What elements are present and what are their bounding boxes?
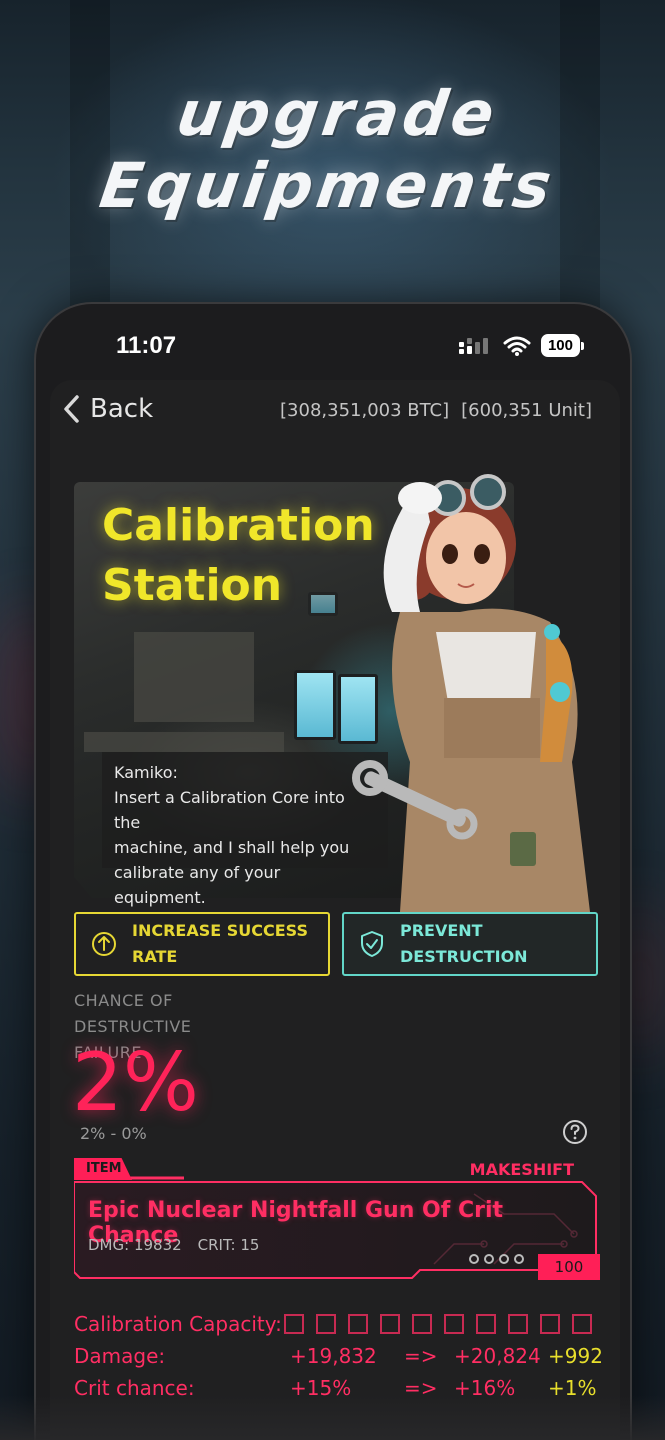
capacity-slot bbox=[380, 1314, 400, 1334]
status-time: 11:07 bbox=[116, 332, 177, 359]
btc-balance: [308,351,003 BTC] bbox=[280, 400, 450, 421]
npc-message-line: Insert a Calibration Core into the bbox=[114, 788, 345, 832]
top-nav: Back [308,351,003 BTC] [600,351 Unit] bbox=[50, 380, 620, 444]
wifi-icon bbox=[503, 336, 531, 356]
damage-label: Damage: bbox=[74, 1344, 166, 1368]
item-rarity: MAKESHIFT bbox=[469, 1160, 574, 1179]
destruction-chance-label-line-1: CHANCE OF DESTRUCTIVE bbox=[74, 991, 192, 1036]
npc-speaker: Kamiko: bbox=[114, 763, 178, 782]
arrow-up-circle-icon bbox=[92, 932, 116, 956]
prevent-destruction-button[interactable]: PREVENT DESTRUCTION bbox=[342, 912, 598, 976]
capacity-slots bbox=[284, 1314, 592, 1334]
damage-row: Damage: +19,832 => +20,824 +992 bbox=[74, 1344, 603, 1374]
increase-success-label: INCREASE SUCCESS RATE bbox=[132, 918, 308, 970]
equipment-item-card[interactable]: ITEM MAKESHIFT Epic Nuclear Nightfall Gu… bbox=[74, 1154, 600, 1284]
workshop-bench bbox=[84, 732, 284, 752]
capacity-slot bbox=[316, 1314, 336, 1334]
damage-next: +20,824 bbox=[454, 1344, 541, 1368]
prevent-destruction-label: PREVENT DESTRUCTION bbox=[400, 921, 528, 966]
slot-dot bbox=[469, 1254, 479, 1264]
slot-dot bbox=[484, 1254, 494, 1264]
unit-balance: [600,351 Unit] bbox=[461, 400, 592, 421]
capacity-slot bbox=[348, 1314, 368, 1334]
workshop-shelf bbox=[134, 632, 254, 722]
capacity-slot bbox=[284, 1314, 304, 1334]
cellular-signal-icon bbox=[458, 337, 488, 354]
increase-success-label-line-2: RATE bbox=[132, 947, 178, 966]
battery-indicator: 100 bbox=[540, 334, 585, 357]
destruction-chance-range: 2% - 0% bbox=[80, 1124, 147, 1143]
npc-message-line: machine, and I shall help you bbox=[114, 838, 350, 857]
mechanic-character-illustration bbox=[352, 474, 590, 912]
station-title-line-1: Calibration bbox=[102, 500, 375, 551]
capacity-slot bbox=[444, 1314, 464, 1334]
workshop-monitor bbox=[294, 670, 336, 740]
destruction-chance-value: 2% bbox=[72, 1036, 199, 1129]
back-button[interactable]: Back bbox=[62, 394, 153, 424]
item-crit: CRIT: 15 bbox=[197, 1236, 260, 1254]
status-bar: 11:07 100 bbox=[36, 326, 630, 366]
capacity-slot bbox=[572, 1314, 592, 1334]
calibration-station-hero: Calibration Station Kamiko: Insert a Cal… bbox=[74, 474, 600, 912]
calibration-capacity-row: Calibration Capacity: bbox=[74, 1312, 594, 1342]
item-level-badge: 100 bbox=[538, 1254, 600, 1280]
damage-current: +19,832 bbox=[290, 1344, 377, 1368]
chevron-left-icon bbox=[64, 395, 79, 423]
headline-line-2: Equipments bbox=[95, 149, 560, 222]
headline-line-1: upgrade bbox=[172, 77, 503, 150]
station-title: Calibration Station bbox=[102, 496, 375, 616]
capacity-slot bbox=[508, 1314, 528, 1334]
capacity-label: Calibration Capacity: bbox=[74, 1312, 282, 1336]
item-stats: DMG: 19832 CRIT: 15 bbox=[88, 1236, 259, 1254]
app-screen: Back [308,351,003 BTC] [600,351 Unit] Ca… bbox=[50, 380, 620, 1440]
capacity-slot bbox=[540, 1314, 560, 1334]
phone-frame: 11:07 100 Back [308,351,003 BTC] [600,35… bbox=[34, 302, 632, 1440]
npc-message-line: calibrate any of your equipment. bbox=[114, 863, 281, 907]
back-label: Back bbox=[90, 394, 154, 424]
slot-dot bbox=[499, 1254, 509, 1264]
damage-arrow: => bbox=[404, 1344, 438, 1368]
increase-success-label-line-1: INCREASE SUCCESS bbox=[132, 921, 308, 940]
damage-delta: +992 bbox=[548, 1344, 603, 1368]
promo-headline: upgrade Equipments bbox=[0, 77, 665, 222]
item-damage: DMG: 19832 bbox=[88, 1236, 182, 1254]
slot-dot bbox=[514, 1254, 524, 1264]
help-icon[interactable] bbox=[562, 1119, 588, 1145]
capacity-slot bbox=[412, 1314, 432, 1334]
station-title-line-2: Station bbox=[102, 560, 283, 611]
currency-balances: [308,351,003 BTC] [600,351 Unit] bbox=[280, 400, 592, 421]
shield-check-icon bbox=[361, 931, 383, 957]
page-bottom-fade bbox=[0, 1395, 665, 1440]
status-icons: 100 bbox=[458, 334, 585, 357]
capacity-slot bbox=[476, 1314, 496, 1334]
increase-success-rate-button[interactable]: INCREASE SUCCESS RATE bbox=[74, 912, 330, 976]
item-slot-indicator bbox=[469, 1254, 524, 1264]
